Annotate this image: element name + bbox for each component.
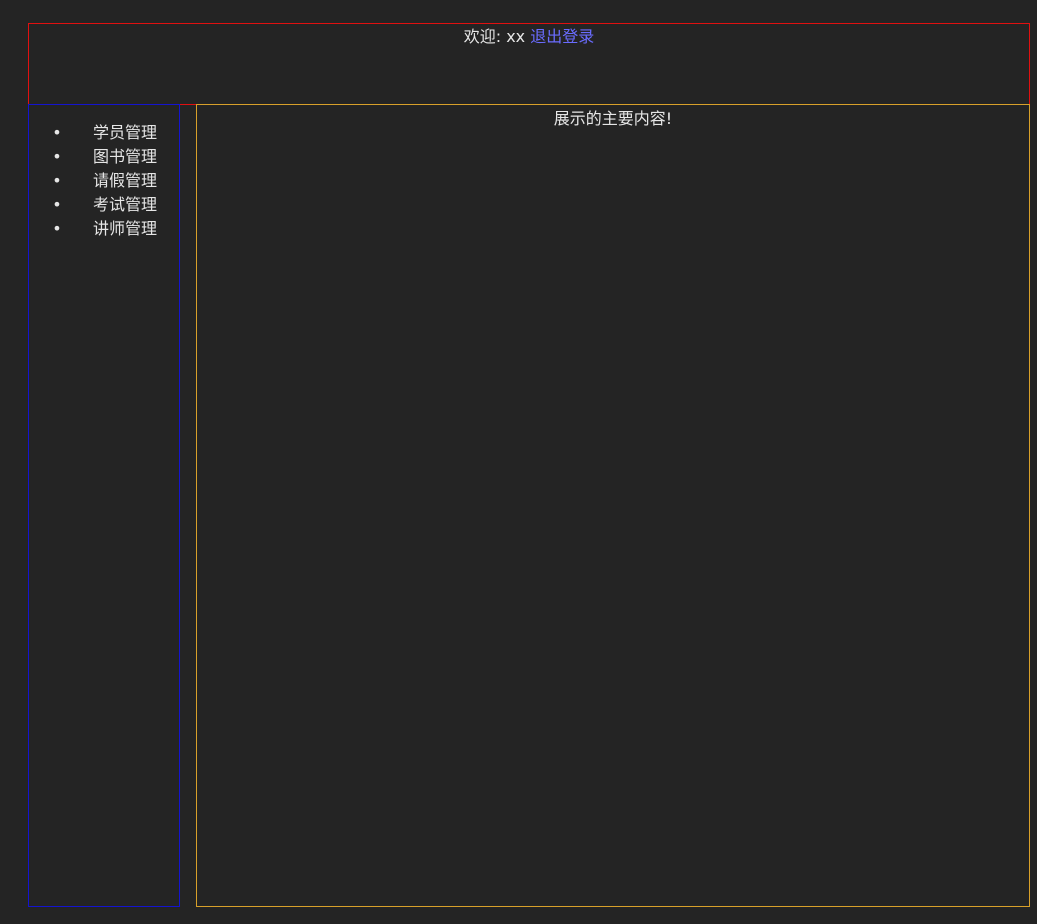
sidebar: • 学员管理 • 图书管理 • 请假管理 • 考试管理 • 讲师管理	[28, 104, 180, 907]
main-content-text: 展示的主要内容!	[553, 109, 673, 128]
sidebar-item-label: 请假管理	[93, 171, 158, 190]
logout-link[interactable]: 退出登录	[530, 27, 594, 46]
sidebar-menu: • 学员管理 • 图书管理 • 请假管理 • 考试管理 • 讲师管理	[29, 121, 179, 241]
sidebar-item-leave[interactable]: • 请假管理	[52, 169, 179, 193]
sidebar-item-label: 学员管理	[93, 123, 158, 142]
header: 欢迎: xx 退出登录	[28, 23, 1030, 105]
sidebar-item-books[interactable]: • 图书管理	[52, 145, 179, 169]
sidebar-item-exams[interactable]: • 考试管理	[52, 193, 179, 217]
bullet-icon: •	[52, 195, 62, 214]
main-content: 展示的主要内容!	[196, 104, 1030, 907]
sidebar-item-teachers[interactable]: • 讲师管理	[52, 217, 179, 241]
sidebar-item-label: 图书管理	[93, 147, 158, 166]
bullet-icon: •	[52, 219, 62, 238]
sidebar-item-label: 讲师管理	[93, 219, 158, 238]
welcome-text: 欢迎: xx	[463, 27, 526, 46]
bullet-icon: •	[52, 147, 62, 166]
sidebar-item-label: 考试管理	[93, 195, 158, 214]
bullet-icon: •	[52, 123, 62, 142]
sidebar-item-students[interactable]: • 学员管理	[52, 121, 179, 145]
bullet-icon: •	[52, 171, 62, 190]
